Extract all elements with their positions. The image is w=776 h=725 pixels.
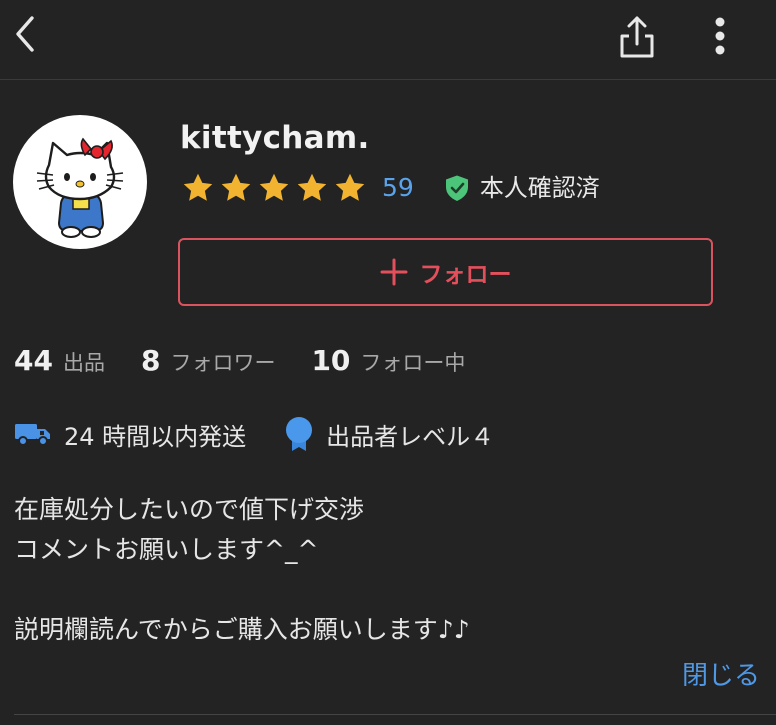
stat-following[interactable]: 10 フォロー中: [311, 344, 465, 377]
star-icon: [259, 173, 289, 201]
description-line: 説明欄読んでからご購入お願いします♪♪: [14, 615, 470, 644]
truck-icon: [15, 424, 50, 446]
stat-listings[interactable]: 44 出品: [14, 344, 105, 377]
back-button[interactable]: [6, 12, 46, 56]
top-nav-bar: [0, 0, 776, 80]
chevron-left-icon: [16, 16, 34, 52]
profile-description: 在庫処分したいので値下げ交渉 コメントお願いします^_^ 説明欄読んでからご購入…: [14, 490, 754, 650]
star-icon: [183, 173, 213, 201]
stat-number: 10: [311, 343, 351, 377]
follow-label: フォロー: [419, 262, 512, 288]
rating-stars: [180, 170, 368, 206]
stat-number: 8: [140, 343, 161, 377]
more-vertical-icon: [715, 17, 725, 55]
shipping-badge: 24 時間以内発送: [14, 417, 246, 452]
verified-label: 本人確認済: [479, 174, 600, 202]
star-icon: [221, 173, 251, 201]
rating-row[interactable]: 59 本人確認済: [180, 168, 600, 208]
review-count[interactable]: 59: [382, 168, 414, 208]
share-icon: [620, 16, 654, 58]
award-medal-icon: [286, 417, 313, 451]
divider: [14, 714, 776, 715]
shipping-badge-label: 24 時間以内発送: [64, 422, 247, 451]
close-description-link[interactable]: 閉じる: [682, 656, 760, 696]
description-blank-line: [14, 570, 754, 610]
seller-badges: 24 時間以内発送 出品者レベル４: [14, 412, 532, 456]
description-line: 在庫処分したいので値下げ交渉: [14, 495, 365, 524]
star-icon: [297, 173, 327, 201]
stat-label: 出品: [62, 350, 105, 375]
follow-button[interactable]: フォロー: [178, 238, 713, 306]
stat-label: フォロワー: [170, 350, 276, 375]
star-icon: [335, 173, 365, 201]
seller-level-badge[interactable]: 出品者レベル４: [284, 416, 494, 452]
avatar[interactable]: [13, 115, 147, 249]
stat-label: フォロー中: [360, 350, 466, 375]
share-button[interactable]: [614, 14, 660, 60]
stat-followers[interactable]: 8 フォロワー: [141, 344, 275, 377]
identity-verified-badge: 本人確認済: [444, 168, 600, 208]
description-line: コメントお願いします^_^: [14, 535, 319, 564]
plus-icon: [380, 258, 407, 286]
profile-stats: 44 出品 8 フォロワー 10 フォロー中: [14, 338, 501, 382]
more-options-button[interactable]: [702, 12, 738, 62]
verified-shield-icon: [445, 175, 468, 201]
username: kittycham.: [180, 120, 370, 156]
hello-kitty-avatar: [36, 137, 124, 238]
seller-level-label: 出品者レベル４: [326, 422, 495, 451]
profile-page: kittycham. 59 本人確認済 フォロー 44 出品 8 フォロワー 1…: [0, 0, 776, 725]
stat-number: 44: [14, 343, 53, 377]
